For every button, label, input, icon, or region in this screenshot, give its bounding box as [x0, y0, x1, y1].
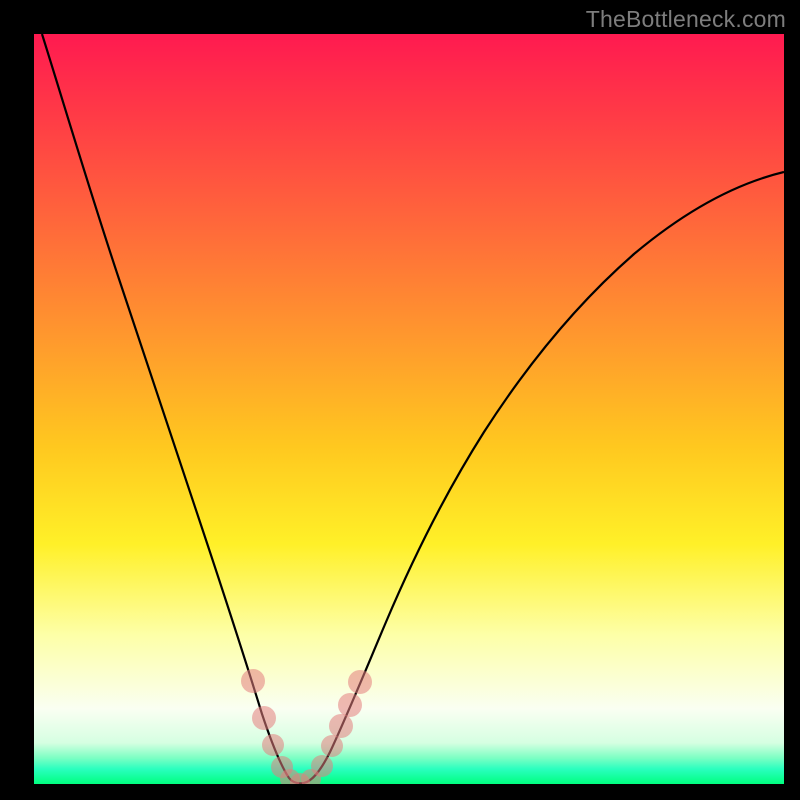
marker-dot	[338, 693, 362, 717]
chart-frame: TheBottleneck.com	[0, 0, 800, 800]
chart-plot-area	[34, 34, 784, 784]
marker-dot	[329, 714, 353, 738]
marker-dot	[321, 735, 343, 757]
marker-dot	[262, 734, 284, 756]
bottleneck-curve	[42, 34, 784, 783]
marker-dot	[311, 755, 333, 777]
marker-dot	[252, 706, 276, 730]
bottleneck-curve-svg	[34, 34, 784, 784]
marker-group	[241, 669, 372, 784]
marker-dot	[241, 669, 265, 693]
watermark-text: TheBottleneck.com	[586, 6, 786, 33]
marker-dot	[348, 670, 372, 694]
